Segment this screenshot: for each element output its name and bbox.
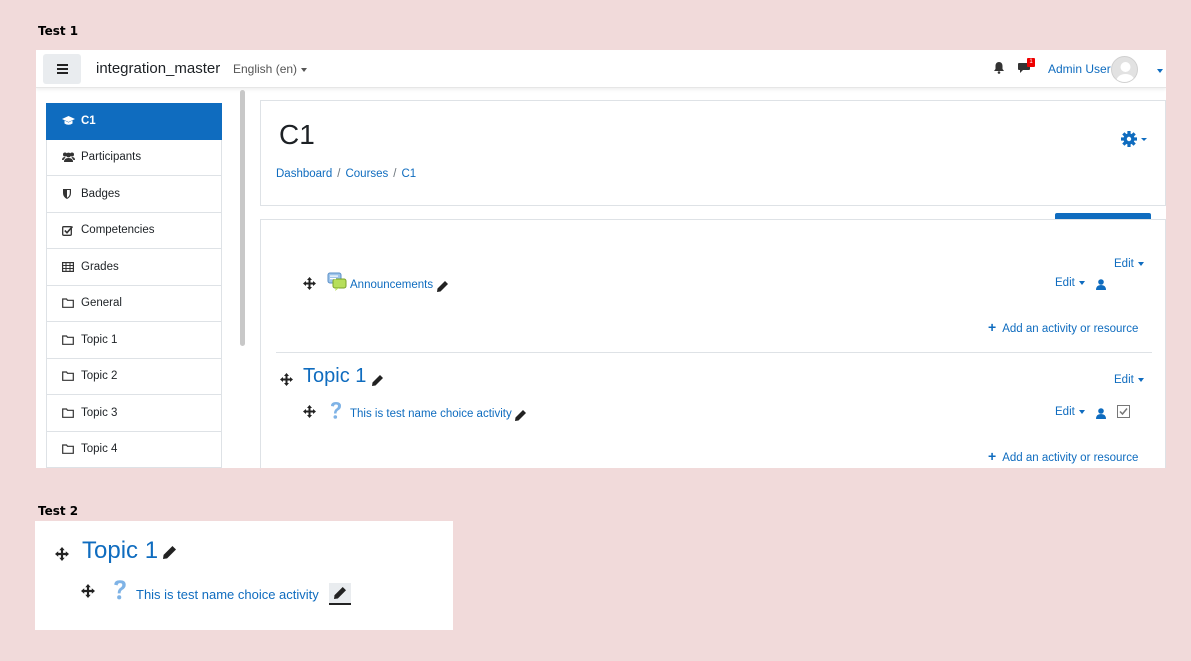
test1-label: Test 1 xyxy=(38,24,79,38)
test2-label: Test 2 xyxy=(38,504,79,518)
activity-choice-link[interactable]: This is test name choice activity xyxy=(136,587,319,602)
sidebar-item-label: C1 xyxy=(81,115,96,128)
breadcrumb: Dashboard / Courses / C1 xyxy=(276,168,417,180)
move-icon[interactable] xyxy=(81,584,95,603)
chevron-down-icon xyxy=(301,67,308,72)
sidebar-item-label: Participants xyxy=(81,151,142,164)
completion-checkbox-icon[interactable] xyxy=(1117,405,1130,423)
top-navbar: integration_master English (en) 1 Admin … xyxy=(36,50,1166,88)
breadcrumb-dashboard[interactable]: Dashboard xyxy=(276,168,332,180)
edit-label: Edit xyxy=(1055,277,1075,289)
check-square-icon xyxy=(62,225,76,236)
activity-announcements-link[interactable]: Announcements xyxy=(350,279,433,291)
sidebar-item-badges[interactable]: Badges xyxy=(46,176,222,213)
sidebar-item-participants[interactable]: Participants xyxy=(46,139,222,176)
pencil-icon[interactable] xyxy=(329,583,351,605)
add-activity-topic1-button[interactable]: + Add an activity or resource xyxy=(988,448,1138,464)
folder-icon xyxy=(62,408,76,418)
add-activity-general-button[interactable]: + Add an activity or resource xyxy=(988,319,1138,335)
section-general-edit-menu[interactable]: Edit xyxy=(1114,258,1144,270)
add-activity-label: Add an activity or resource xyxy=(1002,452,1139,464)
sidebar-item-topic-3[interactable]: Topic 3 xyxy=(46,395,222,432)
sidebar-item-label: Competencies xyxy=(81,224,155,237)
user-icon[interactable] xyxy=(1096,277,1106,295)
plus-icon: + xyxy=(988,319,997,335)
sidebar-item-label: Badges xyxy=(81,187,121,200)
section-title-topic1[interactable]: Topic 1 xyxy=(303,365,366,388)
question-icon xyxy=(329,401,343,426)
test2-screenshot: Topic 1 This is test name choice activit… xyxy=(35,521,453,630)
edit-label: Edit xyxy=(1114,258,1134,270)
edit-label: Edit xyxy=(1055,406,1075,418)
site-name[interactable]: integration_master xyxy=(96,60,220,77)
page-title: C1 xyxy=(279,119,315,150)
section-topic1-edit-menu[interactable]: Edit xyxy=(1114,374,1144,386)
breadcrumb-courses[interactable]: Courses xyxy=(345,168,388,180)
sidebar-item-topic-4[interactable]: Topic 4 xyxy=(46,431,222,468)
course-content: Edit Announcements Edit + Add an activity… xyxy=(260,219,1166,468)
avatar[interactable] xyxy=(1111,56,1138,83)
hamburger-icon[interactable] xyxy=(43,54,81,84)
forum-icon xyxy=(327,272,347,297)
sidebar-item-label: Topic 2 xyxy=(81,370,118,383)
sidebar-item-label: Grades xyxy=(81,260,119,273)
table-icon xyxy=(62,261,76,272)
move-icon[interactable] xyxy=(280,373,293,391)
sidebar-item-grades[interactable]: Grades xyxy=(46,249,222,286)
sidebar-item-topic-1[interactable]: Topic 1 xyxy=(46,322,222,359)
sidebar-item-label: Topic 3 xyxy=(81,406,118,419)
user-name[interactable]: Admin User xyxy=(1048,62,1111,76)
move-icon[interactable] xyxy=(303,277,316,295)
test1-screenshot: integration_master English (en) 1 Admin … xyxy=(36,50,1166,468)
sidebar-item-topic-2[interactable]: Topic 2 xyxy=(46,358,222,395)
nav-drawer: C1 Participants Badges Competencies Grades Ge… xyxy=(46,103,222,468)
bell-icon[interactable] xyxy=(993,61,1005,79)
move-icon[interactable] xyxy=(55,547,69,566)
sidebar-item-label: Topic 4 xyxy=(81,443,118,456)
section-divider xyxy=(276,352,1152,353)
sidebar-item-label: Topic 1 xyxy=(81,333,118,346)
folder-icon xyxy=(62,444,76,455)
drawer-scrollbar[interactable] xyxy=(240,90,245,346)
user-icon[interactable] xyxy=(1096,406,1106,424)
move-icon[interactable] xyxy=(303,405,316,423)
graduation-cap-icon xyxy=(62,116,76,126)
pencil-icon[interactable] xyxy=(437,279,448,297)
language-label: English (en) xyxy=(233,62,298,76)
activity-choice-edit-menu[interactable]: Edit xyxy=(1055,406,1085,418)
language-menu[interactable]: English (en) xyxy=(233,62,308,76)
folder-icon xyxy=(62,298,76,309)
plus-icon: + xyxy=(988,448,997,464)
gear-icon[interactable] xyxy=(1121,131,1151,152)
sidebar-item-general[interactable]: General xyxy=(46,285,222,322)
folder-icon xyxy=(62,335,76,345)
message-count-badge: 1 xyxy=(1027,58,1035,67)
shield-icon xyxy=(62,188,76,200)
section-title-topic1[interactable]: Topic 1 xyxy=(82,537,158,565)
pencil-icon[interactable] xyxy=(163,546,176,564)
course-header: C1 Dashboard/Courses/C1 Turn edit xyxy=(260,100,1166,241)
activity-choice-link[interactable]: This is test name choice activity xyxy=(350,408,512,420)
folder-icon xyxy=(62,371,76,382)
pencil-icon[interactable] xyxy=(372,373,383,391)
breadcrumb-course[interactable]: C1 xyxy=(402,168,417,180)
sidebar-item-label: General xyxy=(81,297,122,310)
pencil-icon[interactable] xyxy=(515,408,526,426)
users-icon xyxy=(62,152,76,163)
edit-label: Edit xyxy=(1114,374,1134,386)
sidebar-item-c1[interactable]: C1 xyxy=(46,103,222,140)
add-activity-label: Add an activity or resource xyxy=(1002,323,1139,335)
question-icon xyxy=(112,579,128,607)
activity-announcements-edit-menu[interactable]: Edit xyxy=(1055,277,1085,289)
user-menu-chevron-icon[interactable] xyxy=(1153,62,1163,80)
sidebar-item-competencies[interactable]: Competencies xyxy=(46,212,222,249)
